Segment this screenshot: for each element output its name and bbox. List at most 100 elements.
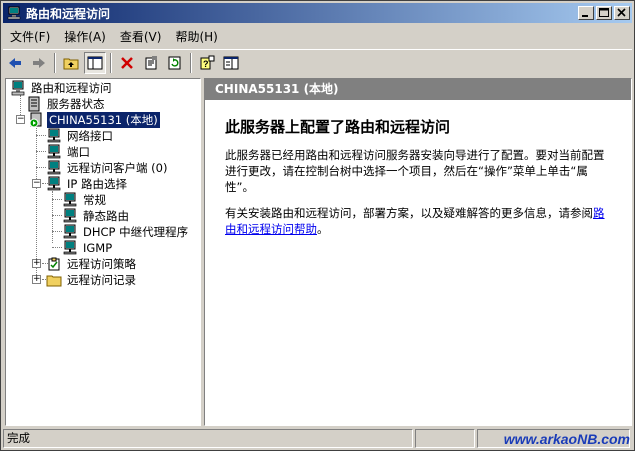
details-header: CHINA55131 (本地) bbox=[205, 79, 631, 100]
policy-icon bbox=[48, 257, 60, 271]
toolbar: ? bbox=[3, 49, 632, 75]
tree-item-remote-policies[interactable]: 远程访问策略 bbox=[46, 256, 138, 272]
remote-clients-icon bbox=[47, 160, 61, 175]
tree-label: 静态路由 bbox=[83, 209, 129, 223]
tree-connector bbox=[52, 231, 62, 232]
static-routes-icon bbox=[63, 208, 77, 223]
tree-label: DHCP 中继代理程序 bbox=[83, 225, 189, 239]
refresh-button[interactable] bbox=[164, 52, 186, 74]
expand-ip-routing-toggle[interactable]: − bbox=[32, 179, 41, 188]
tree-label: IGMP bbox=[83, 241, 113, 255]
tree-item-remote-clients[interactable]: 远程访问客户端 (0) bbox=[46, 160, 169, 176]
tree-label: CHINA55131 (本地) bbox=[46, 111, 161, 129]
tree-item-ports[interactable]: 端口 bbox=[46, 144, 92, 160]
tree-item-static-routes[interactable]: 静态路由 bbox=[62, 208, 131, 224]
console-tree[interactable]: − − + + 路由和远程访问 服务器状态 CHINA55131 (本地) 网络… bbox=[5, 78, 201, 426]
computer-icon bbox=[11, 80, 25, 96]
delete-icon bbox=[121, 56, 133, 69]
menu-view[interactable]: 查看(V) bbox=[113, 28, 169, 46]
routing-app-icon bbox=[7, 6, 21, 20]
menu-action[interactable]: 操作(A) bbox=[57, 28, 113, 46]
up-folder-icon bbox=[63, 58, 79, 69]
tree-label: 网络接口 bbox=[67, 129, 113, 143]
main-window: 路由和远程访问 文件(F) 操作(A) 查看(V) 帮助(H) ? − − + … bbox=[0, 0, 635, 451]
tree-label: 远程访问策略 bbox=[67, 257, 136, 271]
tree-label: IP 路由选择 bbox=[67, 177, 127, 191]
tree-label: 常规 bbox=[83, 193, 106, 207]
maximize-icon bbox=[599, 8, 609, 17]
tree-connector bbox=[36, 167, 46, 168]
tree-connector bbox=[36, 151, 46, 152]
details-help-text: 有关安装路由和远程访问，部署方案，以及疑难解答的更多信息，请参阅路由和远程访问帮… bbox=[225, 205, 615, 237]
forward-icon bbox=[33, 57, 45, 68]
status-text: 完成 bbox=[3, 429, 413, 448]
help-text-suffix: 。 bbox=[317, 222, 329, 236]
window-title: 路由和远程访问 bbox=[26, 6, 111, 21]
menu-help[interactable]: 帮助(H) bbox=[168, 28, 224, 46]
forward-button[interactable] bbox=[28, 52, 50, 74]
expand-logging-toggle[interactable]: + bbox=[32, 275, 41, 284]
toolbar-separator bbox=[54, 52, 56, 73]
folder-icon bbox=[46, 275, 62, 287]
console-button[interactable] bbox=[220, 52, 242, 74]
close-button[interactable] bbox=[614, 6, 630, 20]
tree-connector bbox=[52, 199, 62, 200]
tree-connector bbox=[36, 123, 37, 275]
refresh-icon bbox=[168, 56, 181, 69]
details-title: 此服务器上配置了路由和远程访问 bbox=[225, 118, 451, 136]
svg-text:?: ? bbox=[203, 59, 209, 69]
tree-item-general[interactable]: 常规 bbox=[62, 192, 108, 208]
toolbar-separator bbox=[190, 52, 192, 73]
minimize-button[interactable] bbox=[578, 6, 594, 20]
tree-item-server-status[interactable]: 服务器状态 bbox=[26, 96, 107, 112]
help-button[interactable]: ? bbox=[196, 52, 218, 74]
delete-button[interactable] bbox=[116, 52, 138, 74]
general-icon bbox=[63, 192, 77, 207]
close-icon bbox=[617, 8, 626, 17]
console-icon bbox=[223, 56, 239, 69]
toolbar-separator bbox=[110, 52, 112, 73]
ip-routing-icon bbox=[47, 176, 61, 191]
show-tree-button[interactable] bbox=[84, 51, 106, 74]
minimize-icon bbox=[582, 15, 588, 17]
watermark: www.arkaoNB.com bbox=[503, 431, 630, 447]
tree-item-root[interactable]: 路由和远程访问 bbox=[10, 80, 114, 96]
network-interface-icon bbox=[47, 128, 61, 143]
dhcp-relay-icon bbox=[63, 224, 77, 239]
tree-item-server[interactable]: CHINA55131 (本地) bbox=[28, 111, 161, 129]
help-text-prefix: 有关安装路由和远程访问，部署方案，以及疑难解答的更多信息，请参阅 bbox=[225, 206, 593, 220]
status-cell-empty bbox=[415, 429, 475, 448]
expand-policies-toggle[interactable]: + bbox=[32, 259, 41, 268]
tree-label: 远程访问客户端 (0) bbox=[67, 161, 168, 175]
title-bar[interactable]: 路由和远程访问 bbox=[3, 3, 632, 23]
tree-label: 路由和远程访问 bbox=[31, 81, 112, 95]
back-button[interactable] bbox=[4, 52, 26, 74]
tree-item-ip-routing[interactable]: IP 路由选择 bbox=[46, 176, 129, 192]
server-running-icon bbox=[29, 112, 42, 128]
server-icon bbox=[28, 96, 40, 112]
tree-item-dhcp-relay[interactable]: DHCP 中继代理程序 bbox=[62, 224, 190, 240]
details-description: 此服务器已经用路由和远程访问服务器安装向导进行了配置。要对当前配置进行更改，请在… bbox=[225, 148, 605, 194]
help-icon: ? bbox=[200, 55, 215, 69]
show-tree-icon bbox=[87, 56, 103, 69]
expand-server-toggle[interactable]: − bbox=[16, 115, 25, 124]
tree-connector bbox=[52, 247, 62, 248]
igmp-icon bbox=[63, 240, 77, 255]
properties-icon bbox=[145, 55, 157, 69]
tree-label: 端口 bbox=[67, 145, 90, 159]
menu-file[interactable]: 文件(F) bbox=[3, 28, 57, 46]
properties-button[interactable] bbox=[140, 52, 162, 74]
tree-label: 远程访问记录 bbox=[67, 273, 136, 287]
up-level-button[interactable] bbox=[60, 52, 82, 74]
tree-connector bbox=[36, 135, 46, 136]
tree-label: 服务器状态 bbox=[47, 97, 105, 111]
tree-item-remote-logging[interactable]: 远程访问记录 bbox=[46, 272, 138, 288]
tree-item-network-interfaces[interactable]: 网络接口 bbox=[46, 128, 115, 144]
back-icon bbox=[9, 57, 21, 68]
ports-icon bbox=[47, 144, 61, 159]
tree-item-igmp[interactable]: IGMP bbox=[62, 240, 114, 256]
tree-connector bbox=[52, 215, 62, 216]
details-pane: CHINA55131 (本地) 此服务器上配置了路由和远程访问 此服务器已经用路… bbox=[204, 78, 632, 426]
menu-bar: 文件(F) 操作(A) 查看(V) 帮助(H) bbox=[3, 26, 632, 48]
maximize-button[interactable] bbox=[596, 6, 612, 20]
